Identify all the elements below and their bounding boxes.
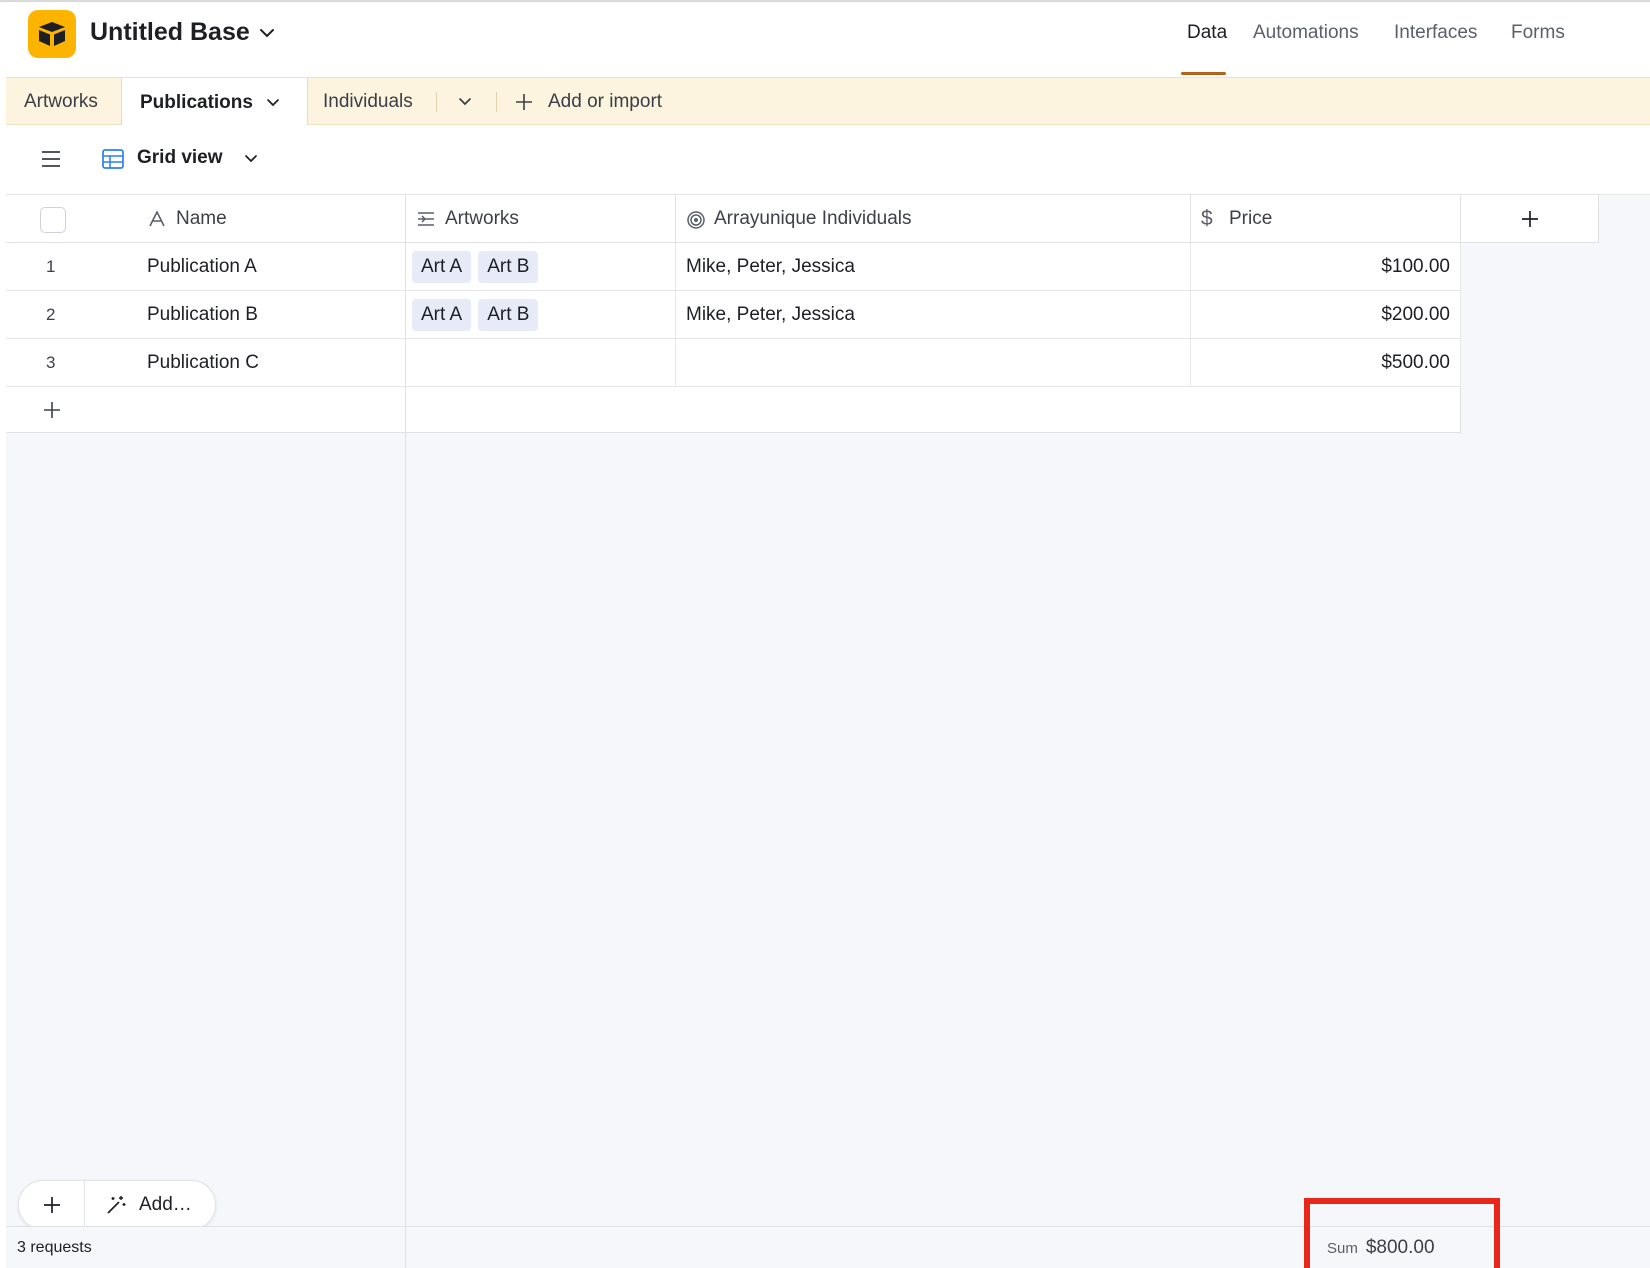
add-or-import-label: Add or import bbox=[548, 91, 663, 112]
column-header-artworks[interactable]: Artworks bbox=[406, 195, 676, 243]
nav-data[interactable]: Data bbox=[1187, 22, 1227, 44]
name-value: Publication B bbox=[147, 303, 258, 325]
app-header: Untitled Base Data Automations Interface… bbox=[6, 2, 1650, 77]
view-bar: Grid view bbox=[6, 125, 1650, 195]
plus-icon bbox=[43, 1197, 60, 1213]
individuals-cell[interactable] bbox=[676, 339, 1191, 387]
individuals-cell[interactable]: Mike, Peter, Jessica bbox=[676, 243, 1191, 291]
chevron-down-icon[interactable] bbox=[265, 95, 281, 111]
base-logo-icon[interactable] bbox=[28, 10, 76, 58]
column-header-name[interactable]: Name bbox=[6, 195, 406, 243]
row-number: 1 bbox=[46, 256, 56, 276]
column-artworks-label: Artworks bbox=[445, 207, 519, 229]
summary-left: 3 requests bbox=[6, 1227, 406, 1268]
row-number: 3 bbox=[46, 352, 56, 372]
add-row-button[interactable] bbox=[6, 387, 406, 433]
highlight-box bbox=[1304, 1198, 1500, 1268]
grid-view-icon bbox=[102, 149, 124, 169]
linked-record-icon bbox=[418, 212, 434, 226]
add-or-import-button[interactable]: Add or import bbox=[514, 78, 662, 126]
row-name-cell[interactable]: 2 Publication B bbox=[6, 291, 406, 339]
linked-record-chip[interactable]: Art A bbox=[412, 298, 472, 331]
add-record-button[interactable] bbox=[19, 1181, 85, 1229]
column-header-individuals[interactable]: Arrayunique Individuals bbox=[676, 195, 1191, 243]
add-field-button[interactable] bbox=[1461, 195, 1599, 243]
add-row-area[interactable] bbox=[406, 387, 1461, 433]
nav-interfaces[interactable]: Interfaces bbox=[1394, 22, 1477, 44]
hamburger-menu-icon[interactable] bbox=[41, 150, 61, 168]
price-cell[interactable]: $100.00 bbox=[1191, 243, 1461, 291]
currency-icon: $ bbox=[1201, 206, 1213, 230]
more-tables-chevron-icon[interactable] bbox=[457, 94, 473, 110]
artworks-cell[interactable]: Art A Art B bbox=[406, 291, 676, 339]
add-with-ai-button[interactable]: Add… bbox=[85, 1181, 215, 1229]
tab-artworks[interactable]: Artworks bbox=[24, 78, 98, 126]
nav-automations[interactable]: Automations bbox=[1253, 22, 1359, 44]
tab-divider bbox=[436, 92, 437, 112]
linked-record-chip[interactable]: Art A bbox=[412, 250, 472, 283]
chevron-down-icon[interactable] bbox=[258, 24, 276, 42]
individuals-cell[interactable]: Mike, Peter, Jessica bbox=[676, 291, 1191, 339]
linked-record-chip[interactable]: Art B bbox=[478, 298, 539, 331]
view-name[interactable]: Grid view bbox=[137, 147, 223, 169]
table-tabs-bar: Artworks Publications Individuals Add or… bbox=[6, 77, 1650, 127]
name-value: Publication A bbox=[147, 255, 257, 277]
tab-publications[interactable]: Publications bbox=[121, 78, 308, 127]
active-nav-indicator bbox=[1181, 72, 1226, 75]
plus-icon bbox=[1521, 210, 1538, 227]
tab-publications-label: Publications bbox=[140, 91, 253, 113]
base-title[interactable]: Untitled Base bbox=[90, 18, 250, 47]
plus-icon bbox=[516, 94, 532, 110]
price-cell[interactable]: $200.00 bbox=[1191, 291, 1461, 339]
nav-forms[interactable]: Forms bbox=[1511, 22, 1565, 44]
request-count: 3 requests bbox=[17, 1239, 92, 1256]
tab-divider bbox=[496, 92, 497, 112]
row-name-cell[interactable]: 3 Publication C bbox=[6, 339, 406, 387]
column-individuals-label: Arrayunique Individuals bbox=[714, 207, 912, 229]
artworks-cell[interactable] bbox=[406, 339, 676, 387]
column-header-price[interactable]: $ Price bbox=[1191, 195, 1461, 243]
add-with-ai-label: Add… bbox=[139, 1194, 192, 1215]
add-record-pill: Add… bbox=[18, 1180, 216, 1230]
column-price-label: Price bbox=[1229, 207, 1273, 229]
name-value: Publication C bbox=[147, 351, 259, 373]
linked-record-chip[interactable]: Art B bbox=[478, 250, 539, 283]
magic-wand-icon bbox=[107, 1196, 126, 1214]
artworks-cell[interactable]: Art A Art B bbox=[406, 243, 676, 291]
price-cell[interactable]: $500.00 bbox=[1191, 339, 1461, 387]
plus-icon bbox=[44, 402, 60, 418]
tab-individuals[interactable]: Individuals bbox=[323, 78, 413, 126]
row-number: 2 bbox=[46, 304, 56, 324]
column-name-label: Name bbox=[176, 207, 227, 229]
text-field-icon bbox=[149, 211, 165, 227]
rollup-icon bbox=[687, 211, 705, 229]
chevron-down-icon[interactable] bbox=[243, 151, 259, 167]
row-name-cell[interactable]: 1 Publication A bbox=[6, 243, 406, 291]
select-all-checkbox[interactable] bbox=[40, 207, 66, 233]
